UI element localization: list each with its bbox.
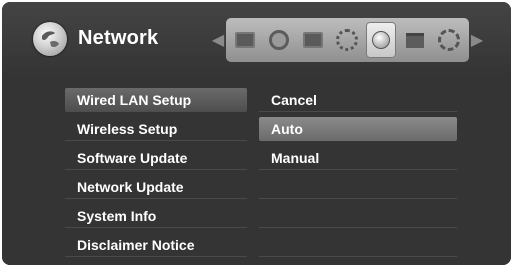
menu-item-label: Network Update: [77, 178, 184, 195]
option-auto[interactable]: Auto: [259, 117, 457, 141]
option-cancel[interactable]: Cancel: [259, 88, 457, 112]
menu-item-label: Wired LAN Setup: [77, 92, 192, 108]
network-globe-icon: [33, 22, 67, 56]
menu-item-system-info[interactable]: System Info: [65, 204, 247, 228]
speaker-icon[interactable]: [264, 22, 294, 58]
menu-content: Wired LAN Setup Wireless Setup Software …: [2, 78, 511, 265]
option-label: Manual: [271, 149, 320, 166]
chevron-left-icon[interactable]: ◀: [212, 25, 224, 55]
lock-gear-icon[interactable]: [332, 22, 362, 58]
menu-item-label: Software Update: [77, 149, 188, 166]
menu-item-label: Disclaimer Notice: [77, 236, 195, 253]
network-globe-icon[interactable]: [366, 22, 396, 58]
page-title: Network: [78, 27, 159, 49]
folder-icon[interactable]: [400, 22, 430, 58]
option-empty-row: [259, 233, 457, 257]
menu-item-disclaimer-notice[interactable]: Disclaimer Notice: [65, 233, 247, 257]
option-empty-row: [259, 204, 457, 228]
header: Network ◀ ▶: [2, 2, 511, 78]
menu-item-label: Wireless Setup: [77, 120, 178, 137]
network-menu-list: Wired LAN Setup Wireless Setup Software …: [65, 88, 247, 262]
category-strip: ◀ ▶: [212, 16, 483, 64]
menu-item-wireless-setup[interactable]: Wireless Setup: [65, 117, 247, 141]
option-empty-row: [259, 175, 457, 199]
option-manual[interactable]: Manual: [259, 146, 457, 170]
tv-icon[interactable]: [230, 22, 260, 58]
settings-gear-icon[interactable]: [434, 22, 464, 58]
category-icons: [226, 18, 469, 62]
display-icon[interactable]: [298, 22, 328, 58]
menu-item-wired-lan-setup[interactable]: Wired LAN Setup: [65, 88, 247, 112]
network-settings-screen: Network ◀ ▶ Wired LAN Setup Wireless Set…: [2, 2, 511, 265]
option-label: Cancel: [271, 91, 317, 108]
menu-item-network-update[interactable]: Network Update: [65, 175, 247, 199]
menu-item-label: System Info: [77, 207, 157, 224]
option-label: Auto: [271, 121, 303, 137]
menu-item-software-update[interactable]: Software Update: [65, 146, 247, 170]
chevron-right-icon[interactable]: ▶: [471, 25, 483, 55]
wired-lan-options-list: Cancel Auto Manual: [259, 88, 457, 262]
